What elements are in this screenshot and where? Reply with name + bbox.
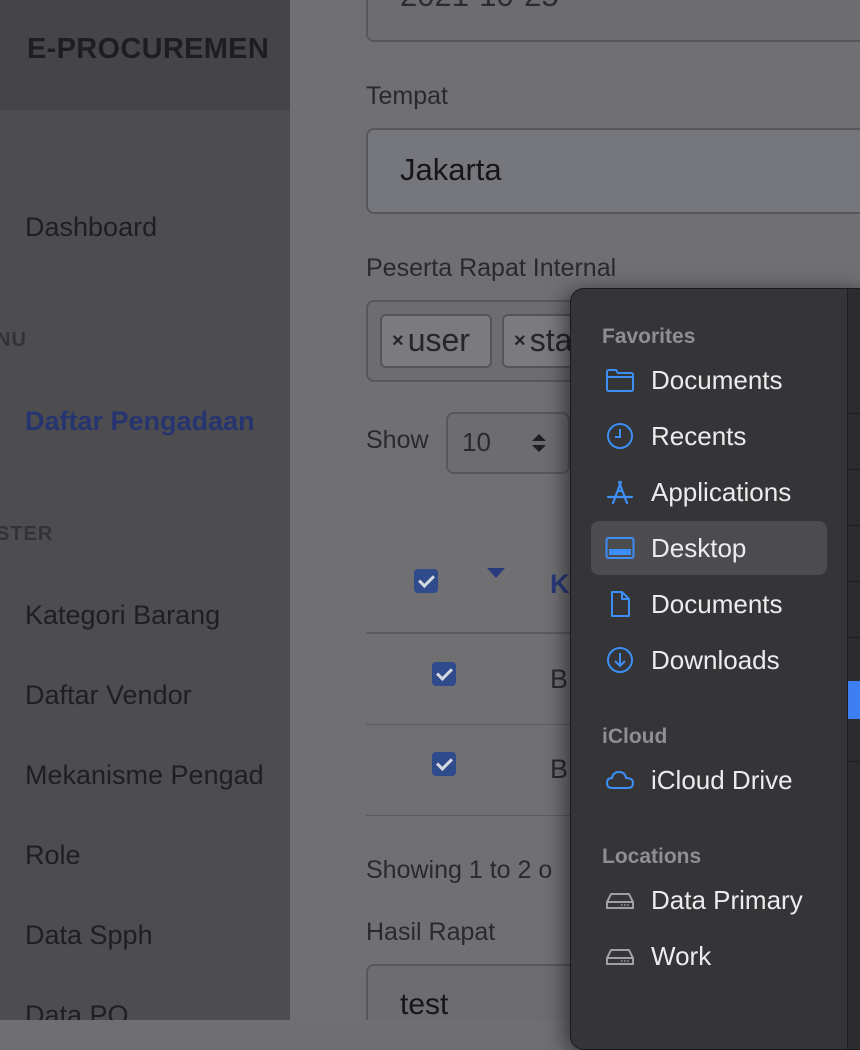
hasil-rapat-label: Hasil Rapat	[366, 918, 496, 946]
select-all-checkbox[interactable]	[414, 569, 438, 593]
peserta-label: Peserta Rapat Internal	[366, 254, 617, 282]
desktop-icon	[605, 537, 635, 559]
table-cell: B	[550, 664, 569, 694]
file-list-pane	[847, 289, 860, 1049]
tag-remove-icon[interactable]: ×	[392, 330, 404, 352]
entries-select[interactable]: 10	[446, 412, 570, 474]
sidebar-item-dashboard[interactable]: Dashboard	[25, 212, 157, 243]
favorites-item-documents[interactable]: Documents	[591, 353, 827, 407]
date-input[interactable]: 2021-10-25	[366, 0, 860, 42]
sidebar-item-daftar-vendor[interactable]: Daftar Vendor	[25, 680, 192, 711]
tempat-value: Jakarta	[400, 152, 502, 187]
tempat-input[interactable]: Jakarta	[366, 128, 860, 214]
sidebar-item-kategori-barang[interactable]: Kategori Barang	[25, 600, 220, 631]
favorites-item-label: Documents	[651, 365, 783, 395]
tag-remove-icon[interactable]: ×	[514, 330, 526, 352]
drive-icon	[606, 893, 634, 909]
favorites-item-label: Documents	[651, 589, 783, 619]
favorites-item-downloads[interactable]: Downloads	[591, 633, 827, 687]
location-item-data-primary[interactable]: Data Primary	[591, 873, 827, 927]
folder-icon	[606, 369, 634, 392]
sidebar-item-data-po[interactable]: Data PO	[25, 1000, 129, 1020]
icloud-section-label: iCloud	[602, 725, 668, 748]
brand-title: E-PROCUREMEN	[27, 33, 270, 65]
date-value: 2021-10-25	[400, 0, 559, 14]
tag-user: × user	[380, 314, 492, 368]
favorites-item-label: Downloads	[651, 645, 780, 675]
location-item-label: Work	[651, 941, 712, 971]
download-icon	[607, 647, 633, 673]
location-item-label: Data Primary	[651, 885, 803, 915]
select-arrows-icon	[532, 434, 546, 452]
locations-section-label: Locations	[602, 845, 702, 868]
hasil-rapat-value: test	[400, 988, 449, 1020]
sidebar-item-data-spph[interactable]: Data Spph	[25, 920, 153, 951]
file-picker-sidebar: Favorites Documents Recents Applications…	[570, 288, 860, 1050]
sidebar-section-master: STER	[0, 523, 54, 545]
favorites-item-label: Desktop	[651, 533, 747, 563]
row-checkbox[interactable]	[432, 752, 456, 776]
showing-info: Showing 1 to 2 o	[366, 856, 553, 884]
sort-desc-icon[interactable]	[486, 567, 506, 579]
sidebar-section-menu: NU	[0, 329, 27, 351]
icloud-drive-item[interactable]: iCloud Drive	[591, 753, 827, 807]
favorites-item-desktop[interactable]: Desktop	[591, 521, 827, 575]
location-item-work[interactable]: Work	[591, 929, 827, 983]
show-label: Show	[366, 426, 429, 454]
icloud-drive-label: iCloud Drive	[651, 765, 793, 795]
table-header-k[interactable]: K	[550, 569, 570, 600]
clock-icon	[607, 423, 633, 449]
cloud-icon	[605, 770, 635, 789]
row-checkbox[interactable]	[432, 662, 456, 686]
drive-icon	[606, 949, 634, 965]
tempat-label: Tempat	[366, 82, 448, 110]
entries-value: 10	[462, 427, 491, 457]
favorites-item-applications[interactable]: Applications	[591, 465, 827, 519]
tag-label: user	[407, 322, 470, 358]
sidebar-item-role[interactable]: Role	[25, 840, 81, 871]
sidebar: E-PROCUREMEN Dashboard NU Daftar Pengada…	[0, 0, 290, 1020]
favorites-item-label: Recents	[651, 421, 747, 451]
table-cell: B	[550, 754, 569, 784]
favorites-item-recents[interactable]: Recents	[591, 409, 827, 463]
sidebar-item-daftar-pengadaan[interactable]: Daftar Pengadaan	[25, 406, 255, 437]
tag-label: sta	[529, 322, 573, 358]
favorites-item-documents-2[interactable]: Documents	[591, 577, 827, 631]
sidebar-item-mekanisme-pengadaan[interactable]: Mekanisme Pengad	[25, 760, 264, 791]
applications-icon	[606, 480, 634, 505]
document-icon	[611, 591, 630, 617]
sidebar-header: E-PROCUREMEN	[0, 0, 290, 110]
favorites-section-label: Favorites	[602, 325, 696, 348]
favorites-item-label: Applications	[651, 477, 792, 507]
file-list-selected-row[interactable]	[848, 681, 860, 719]
